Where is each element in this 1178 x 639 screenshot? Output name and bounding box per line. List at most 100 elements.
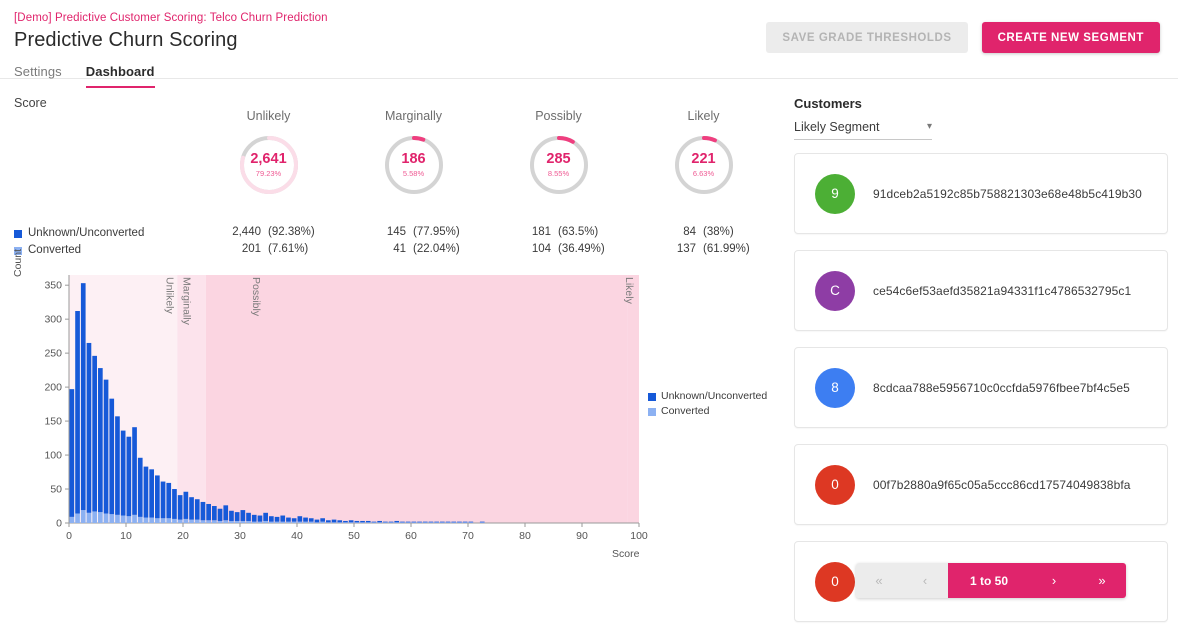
stat-row-converted: 201 (7.61%) [241, 243, 309, 255]
stat-row-unknown: 181 (63.5%) [531, 226, 599, 238]
bar-converted [263, 520, 268, 523]
bar-converted [286, 521, 291, 523]
bar-converted [479, 522, 485, 523]
x-tick: 70 [462, 530, 474, 542]
bar-converted [422, 522, 428, 523]
bar-unknown [411, 521, 417, 523]
bar-converted [206, 520, 211, 523]
bar-converted [405, 522, 411, 523]
bar-unknown [189, 497, 194, 520]
customer-id: 91dceb2a5192c85b758821303e68e48b5c419b30 [873, 186, 1142, 201]
bar-converted [377, 522, 382, 523]
bar-unknown [360, 520, 365, 523]
bar-unknown [120, 430, 126, 516]
bar-converted [457, 522, 462, 523]
gauge-ring: 221 6.63% [672, 133, 736, 197]
bar-unknown [86, 342, 92, 513]
bar-unknown [428, 521, 434, 523]
bar-converted [400, 522, 405, 523]
bar-converted [331, 522, 337, 523]
bar-unknown [451, 521, 457, 523]
pagination-next-button[interactable]: › [1030, 563, 1079, 598]
save-grade-thresholds-button[interactable]: SAVE GRADE THRESHOLDS [766, 22, 968, 53]
chart-legend-item-unknown: Unknown/Unconverted [648, 389, 767, 404]
bar-converted [137, 516, 143, 523]
bar-unknown [240, 510, 246, 521]
customer-card[interactable]: 9 91dceb2a5192c85b758821303e68e48b5c419b3… [794, 153, 1168, 234]
bar-unknown [440, 521, 445, 523]
bar-unknown [286, 517, 291, 522]
bar-converted [411, 522, 417, 523]
bar-unknown [206, 503, 211, 521]
avatar: 8 [815, 367, 855, 408]
bar-converted [246, 520, 251, 523]
bar-unknown [75, 311, 80, 514]
customers-title: Customers [794, 96, 862, 111]
customer-card[interactable]: Cce54c6ef53aefd35821a94331f1c4786532795c… [794, 250, 1168, 331]
avatar: C [815, 270, 855, 311]
pagination-last-button[interactable]: » [1078, 563, 1127, 598]
bar-converted [388, 522, 394, 523]
x-tick: 0 [66, 530, 72, 542]
y-tick: 300 [44, 314, 62, 326]
header-actions: SAVE GRADE THRESHOLDS CREATE NEW SEGMENT [766, 22, 1160, 53]
score-panel: Score Unlikely 2,641 79.23% Marginally 186 5.… [0, 79, 790, 639]
bar-unknown [371, 521, 377, 523]
y-tick: 50 [50, 484, 62, 496]
legend-label-converted: Converted [28, 244, 82, 256]
bar-unknown [257, 515, 263, 522]
pagination-prev-button[interactable]: ‹ [902, 563, 948, 598]
bar-converted [320, 521, 325, 523]
bar-unknown [160, 481, 166, 519]
bar-unknown [445, 521, 451, 523]
customer-id: ce54c6ef53aefd35821a94331f1c4786532795c1 [873, 283, 1132, 298]
chart-legend-item-converted: Converted [648, 404, 767, 419]
bar-converted [234, 520, 240, 523]
stat-row-unknown: 145 (77.95%) [386, 226, 460, 238]
bar-unknown [365, 520, 371, 523]
x-tick: 10 [120, 530, 132, 542]
bar-converted [274, 521, 280, 523]
bar-converted [229, 520, 234, 523]
customers-panel: Customers Likely Segment ▾ 9 91dceb2a5192… [790, 79, 1178, 639]
customer-card[interactable]: 0 00f7b2880a9f65c05a5ccc86cd17574049838bf… [794, 444, 1168, 525]
stat-row-converted: 137 (61.99%) [676, 243, 750, 255]
x-tick: 40 [291, 530, 303, 542]
bar-unknown [383, 521, 388, 523]
stat-row-converted: 104 (36.49%) [531, 243, 605, 255]
customer-card[interactable]: 8 8cdcaa788e5956710c0ccfda5976fbee7bf4c5e… [794, 347, 1168, 428]
chart-legend-swatch-unknown-icon [648, 392, 656, 401]
bar-converted [468, 522, 474, 523]
bar-converted [115, 514, 120, 523]
pagination-first-button[interactable]: « [856, 563, 902, 598]
create-new-segment-button[interactable]: CREATE NEW SEGMENT [981, 22, 1160, 53]
x-tick: 80 [519, 530, 531, 542]
bar-converted [109, 514, 115, 523]
bar-converted [120, 515, 126, 523]
grade-stats: 2,440 (92.38%) 201 (7.61%) 145 (77.95%) 41 (22.… [196, 224, 776, 258]
bar-converted [160, 518, 166, 523]
stat-row-converted: 41 (22.04%) [393, 243, 460, 255]
bar-converted [103, 513, 109, 523]
x-tick: 30 [234, 530, 246, 542]
band-label-possibly: Possibly [249, 277, 262, 317]
bar-converted [194, 519, 200, 523]
bar-converted [223, 520, 229, 523]
x-tick: 50 [348, 530, 360, 542]
grade-stats-unlikely: 2,440 (92.38%) 201 (7.61%) [196, 224, 341, 258]
bar-converted [314, 522, 320, 523]
bar-converted [462, 522, 468, 523]
bar-unknown [337, 520, 343, 523]
bar-converted [240, 520, 246, 523]
segment-select[interactable]: Likely Segment ▾ [794, 120, 932, 140]
gauge-ring: 285 8.55% [527, 133, 591, 197]
customer-list: 9 91dceb2a5192c85b758821303e68e48b5c419b3… [794, 153, 1168, 622]
gauge-count: 186 [401, 151, 426, 168]
grade-gauge-title: Likely [687, 109, 720, 123]
bar-unknown [251, 514, 257, 522]
gauge-ring: 186 5.58% [382, 133, 446, 197]
band-label-likely: Likely [623, 277, 635, 304]
bar-unknown [457, 521, 462, 523]
bar-unknown [417, 521, 422, 523]
bar-unknown [126, 436, 132, 517]
